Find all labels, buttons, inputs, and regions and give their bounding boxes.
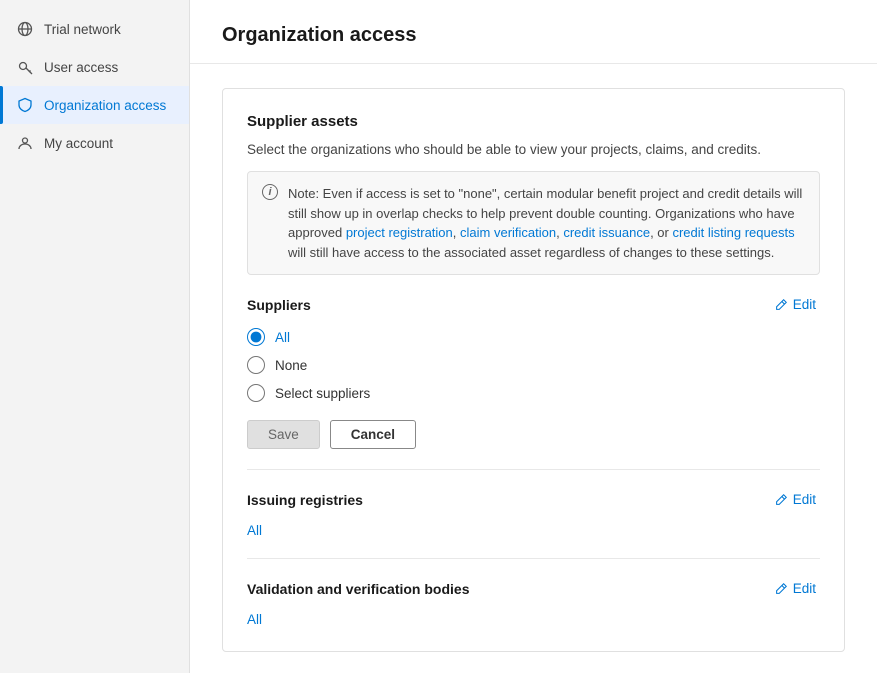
radio-all-label: All [275, 330, 290, 345]
pencil-icon-validation [774, 582, 788, 596]
radio-none-label: None [275, 358, 307, 373]
content-area: Supplier assets Select the organizations… [190, 64, 877, 673]
page-title: Organization access [222, 24, 845, 47]
credit-issuance-link[interactable]: credit issuance [563, 225, 650, 240]
credit-listing-link[interactable]: credit listing requests [672, 225, 794, 240]
notice-text: Note: Even if access is set to "none", c… [288, 184, 805, 262]
sidebar: Trial network User access Organization a… [0, 0, 190, 673]
issuing-registries-title: Issuing registries [247, 492, 363, 508]
radio-item-none[interactable]: None [247, 356, 820, 374]
sidebar-item-organization-access[interactable]: Organization access [0, 86, 189, 124]
section-title: Supplier assets [247, 113, 820, 130]
edit-label: Edit [793, 297, 816, 312]
cancel-button[interactable]: Cancel [330, 420, 416, 449]
radio-all[interactable] [247, 328, 265, 346]
edit-label-validation: Edit [793, 581, 816, 596]
radio-item-all[interactable]: All [247, 328, 820, 346]
section-card: Supplier assets Select the organizations… [222, 88, 845, 652]
key-icon [16, 58, 34, 76]
main-content: Organization access Supplier assets Sele… [190, 0, 877, 673]
sidebar-item-label: My account [44, 136, 113, 151]
save-button[interactable]: Save [247, 420, 320, 449]
validation-bodies-header: Validation and verification bodies Edit [247, 579, 820, 598]
globe-icon [16, 20, 34, 38]
validation-bodies-edit-button[interactable]: Edit [770, 579, 820, 598]
sidebar-item-user-access[interactable]: User access [0, 48, 189, 86]
validation-bodies-value: All [247, 612, 820, 627]
edit-label-registries: Edit [793, 492, 816, 507]
pencil-icon-registries [774, 493, 788, 507]
notice-box: i Note: Even if access is set to "none",… [247, 171, 820, 275]
person-icon [16, 134, 34, 152]
sidebar-item-trial-network[interactable]: Trial network [0, 10, 189, 48]
radio-select[interactable] [247, 384, 265, 402]
validation-bodies-section: Validation and verification bodies Edit … [247, 558, 820, 627]
suppliers-header: Suppliers Edit [247, 295, 820, 314]
pencil-icon [774, 298, 788, 312]
sidebar-item-label: User access [44, 60, 118, 75]
info-icon: i [262, 184, 278, 200]
sidebar-item-label: Organization access [44, 98, 166, 113]
issuing-registries-section: Issuing registries Edit All [247, 469, 820, 538]
suppliers-title: Suppliers [247, 297, 311, 313]
issuing-registries-header: Issuing registries Edit [247, 490, 820, 509]
radio-item-select[interactable]: Select suppliers [247, 384, 820, 402]
radio-select-label: Select suppliers [275, 386, 370, 401]
button-row: Save Cancel [247, 420, 820, 449]
sidebar-item-label: Trial network [44, 22, 121, 37]
radio-group: All None Select suppliers [247, 328, 820, 402]
project-reg-link[interactable]: project registration [346, 225, 453, 240]
suppliers-edit-button[interactable]: Edit [770, 295, 820, 314]
validation-bodies-title: Validation and verification bodies [247, 581, 470, 597]
claim-verification-link[interactable]: claim verification [460, 225, 556, 240]
sidebar-item-my-account[interactable]: My account [0, 124, 189, 162]
issuing-registries-edit-button[interactable]: Edit [770, 490, 820, 509]
section-description: Select the organizations who should be a… [247, 142, 820, 157]
issuing-registries-value: All [247, 523, 820, 538]
page-header: Organization access [190, 0, 877, 64]
radio-none[interactable] [247, 356, 265, 374]
shield-icon [16, 96, 34, 114]
